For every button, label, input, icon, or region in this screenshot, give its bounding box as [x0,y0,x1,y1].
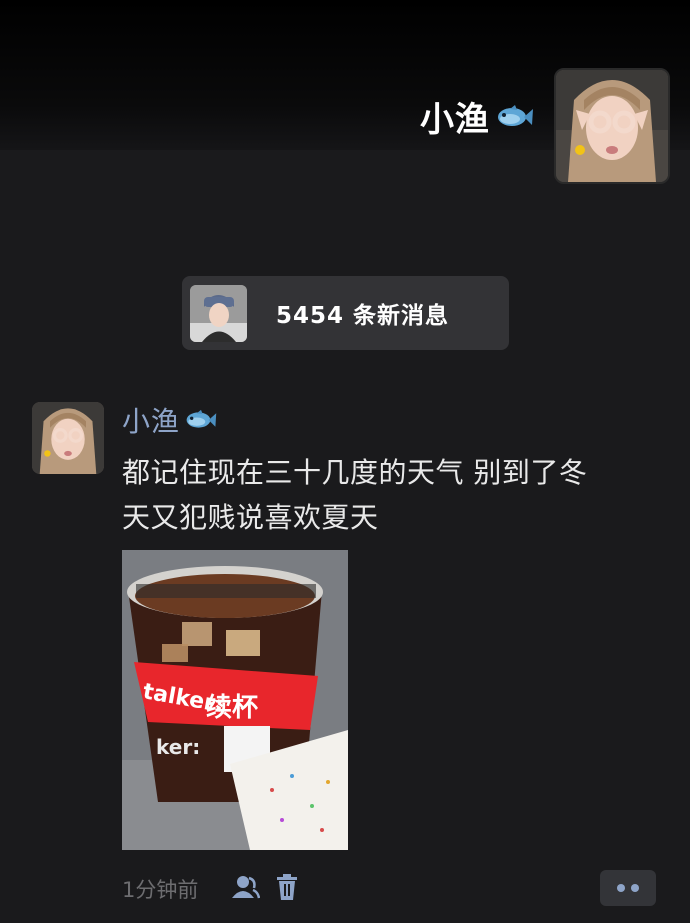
cup-side-text: ker: [156,735,200,759]
post-footer: 1分钟前 [122,870,656,906]
post-author-block: 小渔 [122,400,218,440]
new-messages-label: 5454 条新消息 [276,303,450,329]
more-actions-button[interactable] [600,870,656,906]
new-message-avatar [190,284,247,342]
post-author-name[interactable]: 小渔 [122,400,180,440]
profile-name: 小渔 [420,100,490,140]
profile-avatar[interactable] [554,68,670,184]
cup-refill-text: 续杯 [206,692,258,723]
post-text-line: 天又犯贱说喜欢夏天 [122,501,379,534]
post-timestamp: 1分钟前 [122,878,199,902]
friends-visibility-icon[interactable] [230,874,260,900]
trash-icon[interactable] [276,873,298,901]
profile-avatar-image [556,70,668,182]
more-dot [617,884,625,892]
post-photo[interactable]: talker: 续杯 ker: [122,550,348,850]
fish-icon [186,409,217,428]
post-text-line: 都记住现在三十几度的天气 别到了冬 [122,456,588,489]
moments-page: 小渔 5454 条新消息 小渔 都记住现在三十几度的天气 别到了冬 天又犯贱说喜… [0,0,690,923]
post-author-avatar-image [32,402,104,474]
profile-name-block: 小渔 [420,92,534,141]
post-text: 都记住现在三十几度的天气 别到了冬 天又犯贱说喜欢夏天 [122,450,652,540]
new-messages-button[interactable]: 5454 条新消息 [182,276,509,350]
more-dot [631,884,639,892]
fish-icon [498,104,533,126]
post-photo-content: talker: 续杯 ker: [122,550,348,850]
post-author-avatar[interactable] [32,402,104,474]
